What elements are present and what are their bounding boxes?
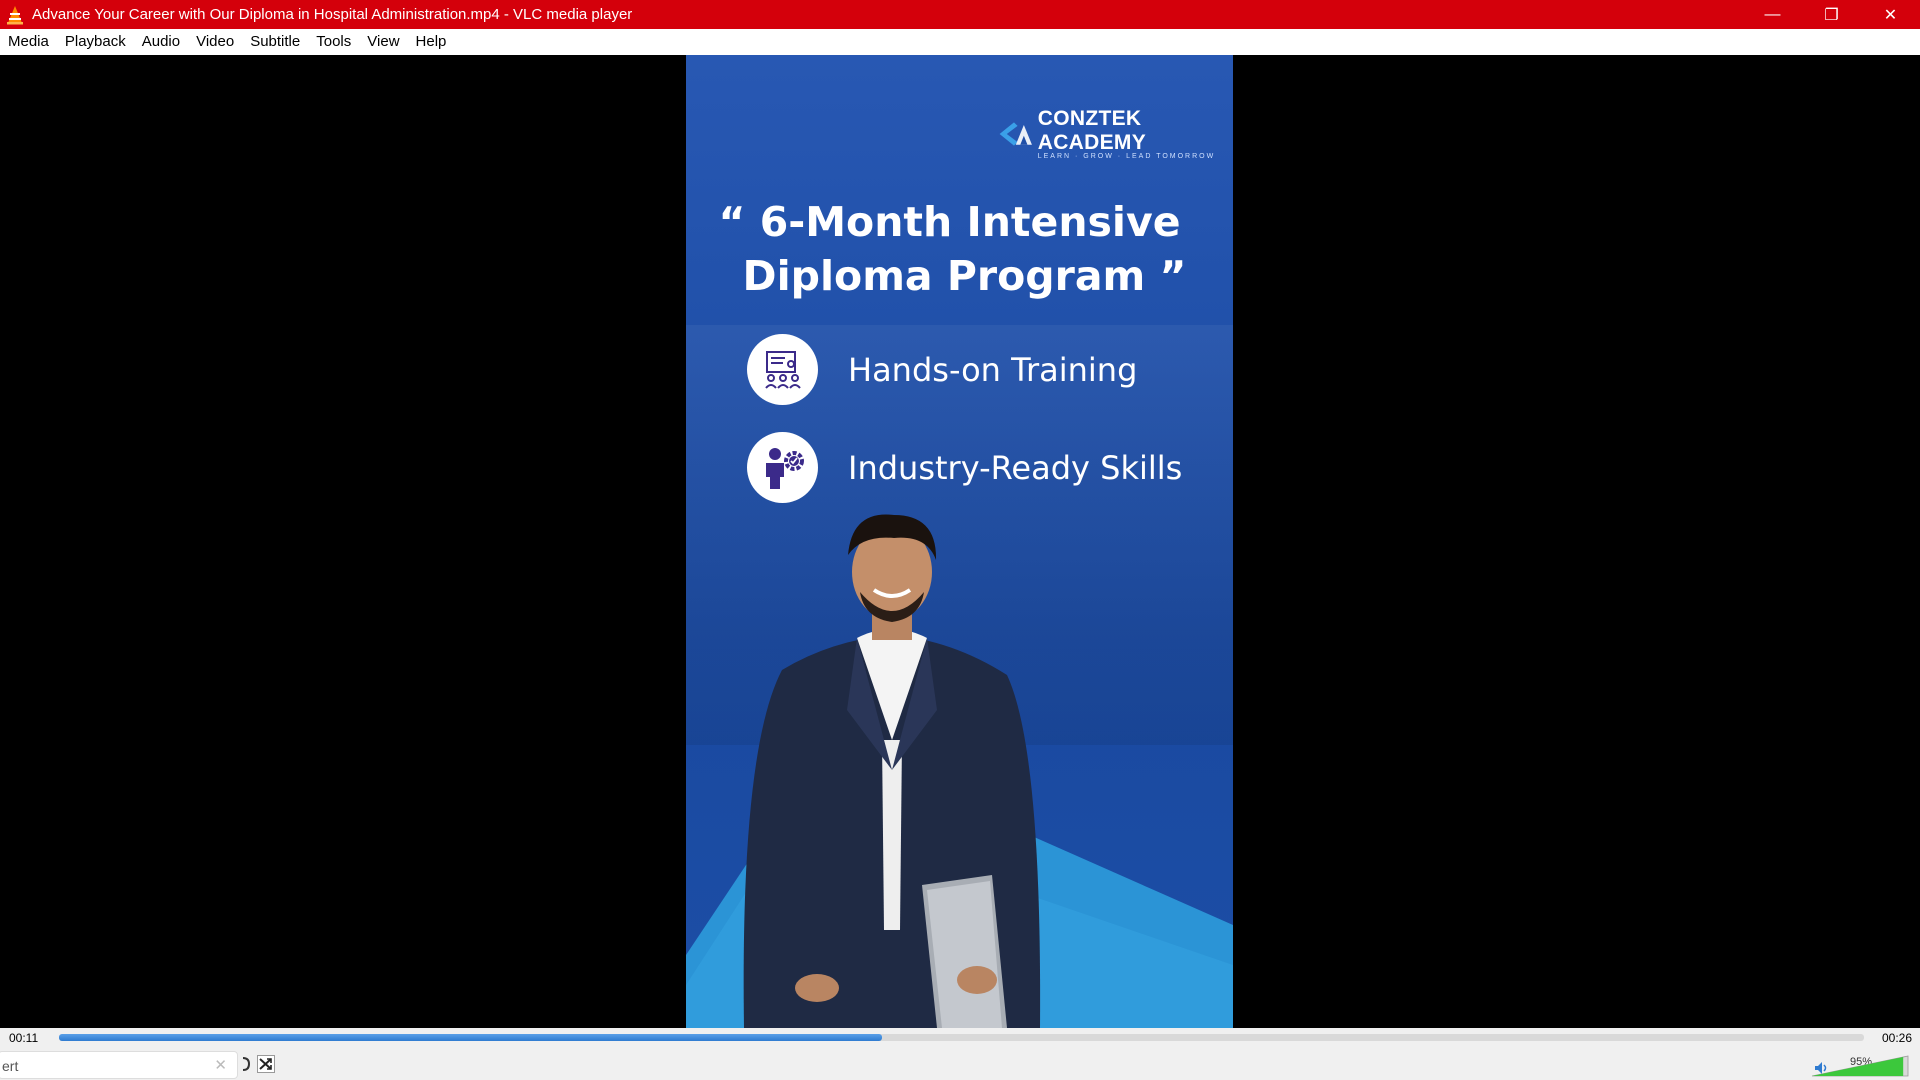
person-gear-skills-icon (747, 432, 818, 503)
vlc-cone-icon (4, 4, 26, 26)
feature-hands-on-training: Hands-on Training (747, 334, 1137, 405)
brand-logo: CONZTEK ACADEMY LEARN · GROW · LEAD TOMO… (996, 107, 1233, 160)
brand-name: CONZTEK ACADEMY (1037, 107, 1147, 154)
presenter-person-image (743, 514, 1041, 1028)
headline-line-1: “ 6-Month Intensive (718, 198, 1181, 246)
seek-slider[interactable] (59, 1034, 1864, 1041)
feature-label: Hands-on Training (848, 350, 1138, 389)
shuffle-icon[interactable] (256, 1054, 276, 1074)
volume-slider[interactable] (1810, 1052, 1910, 1078)
feature-industry-ready-skills: Industry-Ready Skills (747, 432, 1182, 503)
search-input-text: ert (2, 1058, 19, 1074)
menu-audio[interactable]: Audio (134, 29, 188, 55)
menu-video[interactable]: Video (188, 29, 242, 55)
video-frame: CONZTEK ACADEMY LEARN · GROW · LEAD TOMO… (686, 55, 1233, 1028)
total-time: 00:26 (1881, 1031, 1912, 1045)
restore-button[interactable]: ❐ (1802, 0, 1861, 29)
menu-media[interactable]: Media (0, 29, 57, 55)
training-presentation-icon (747, 334, 818, 405)
close-button[interactable]: ✕ (1861, 0, 1920, 29)
menu-subtitle[interactable]: Subtitle (242, 29, 308, 55)
window-controls: — ❐ ✕ (1743, 0, 1920, 29)
loop-icon[interactable] (236, 1054, 256, 1074)
conztek-logo-icon (999, 121, 1032, 146)
minimize-button[interactable]: — (1743, 0, 1802, 29)
menu-view[interactable]: View (359, 29, 407, 55)
menu-help[interactable]: Help (408, 29, 455, 55)
headline: “ 6-Month Intensive Diploma Program ” (686, 195, 1233, 303)
menu-tools[interactable]: Tools (308, 29, 359, 55)
seek-progress (59, 1034, 883, 1041)
video-area[interactable]: CONZTEK ACADEMY LEARN · GROW · LEAD TOMO… (0, 55, 1920, 1028)
search-input[interactable]: ert ✕ (0, 1051, 238, 1079)
current-time: 00:11 (9, 1031, 39, 1045)
window-title: Advance Your Career with Our Diploma in … (32, 6, 633, 23)
seek-bar-row: 00:11 00:26 (0, 1028, 1920, 1048)
controls-bar: ert ✕ 95% (0, 1048, 1920, 1080)
brand-tagline: LEARN · GROW · LEAD TOMORROW (1037, 153, 1216, 160)
clear-search-icon[interactable]: ✕ (214, 1056, 227, 1074)
feature-label: Industry-Ready Skills (848, 448, 1183, 487)
headline-line-2: Diploma Program ” (742, 252, 1187, 300)
title-bar: Advance Your Career with Our Diploma in … (0, 0, 1920, 29)
menu-bar: Media Playback Audio Video Subtitle Tool… (0, 29, 1920, 56)
menu-playback[interactable]: Playback (57, 29, 134, 55)
